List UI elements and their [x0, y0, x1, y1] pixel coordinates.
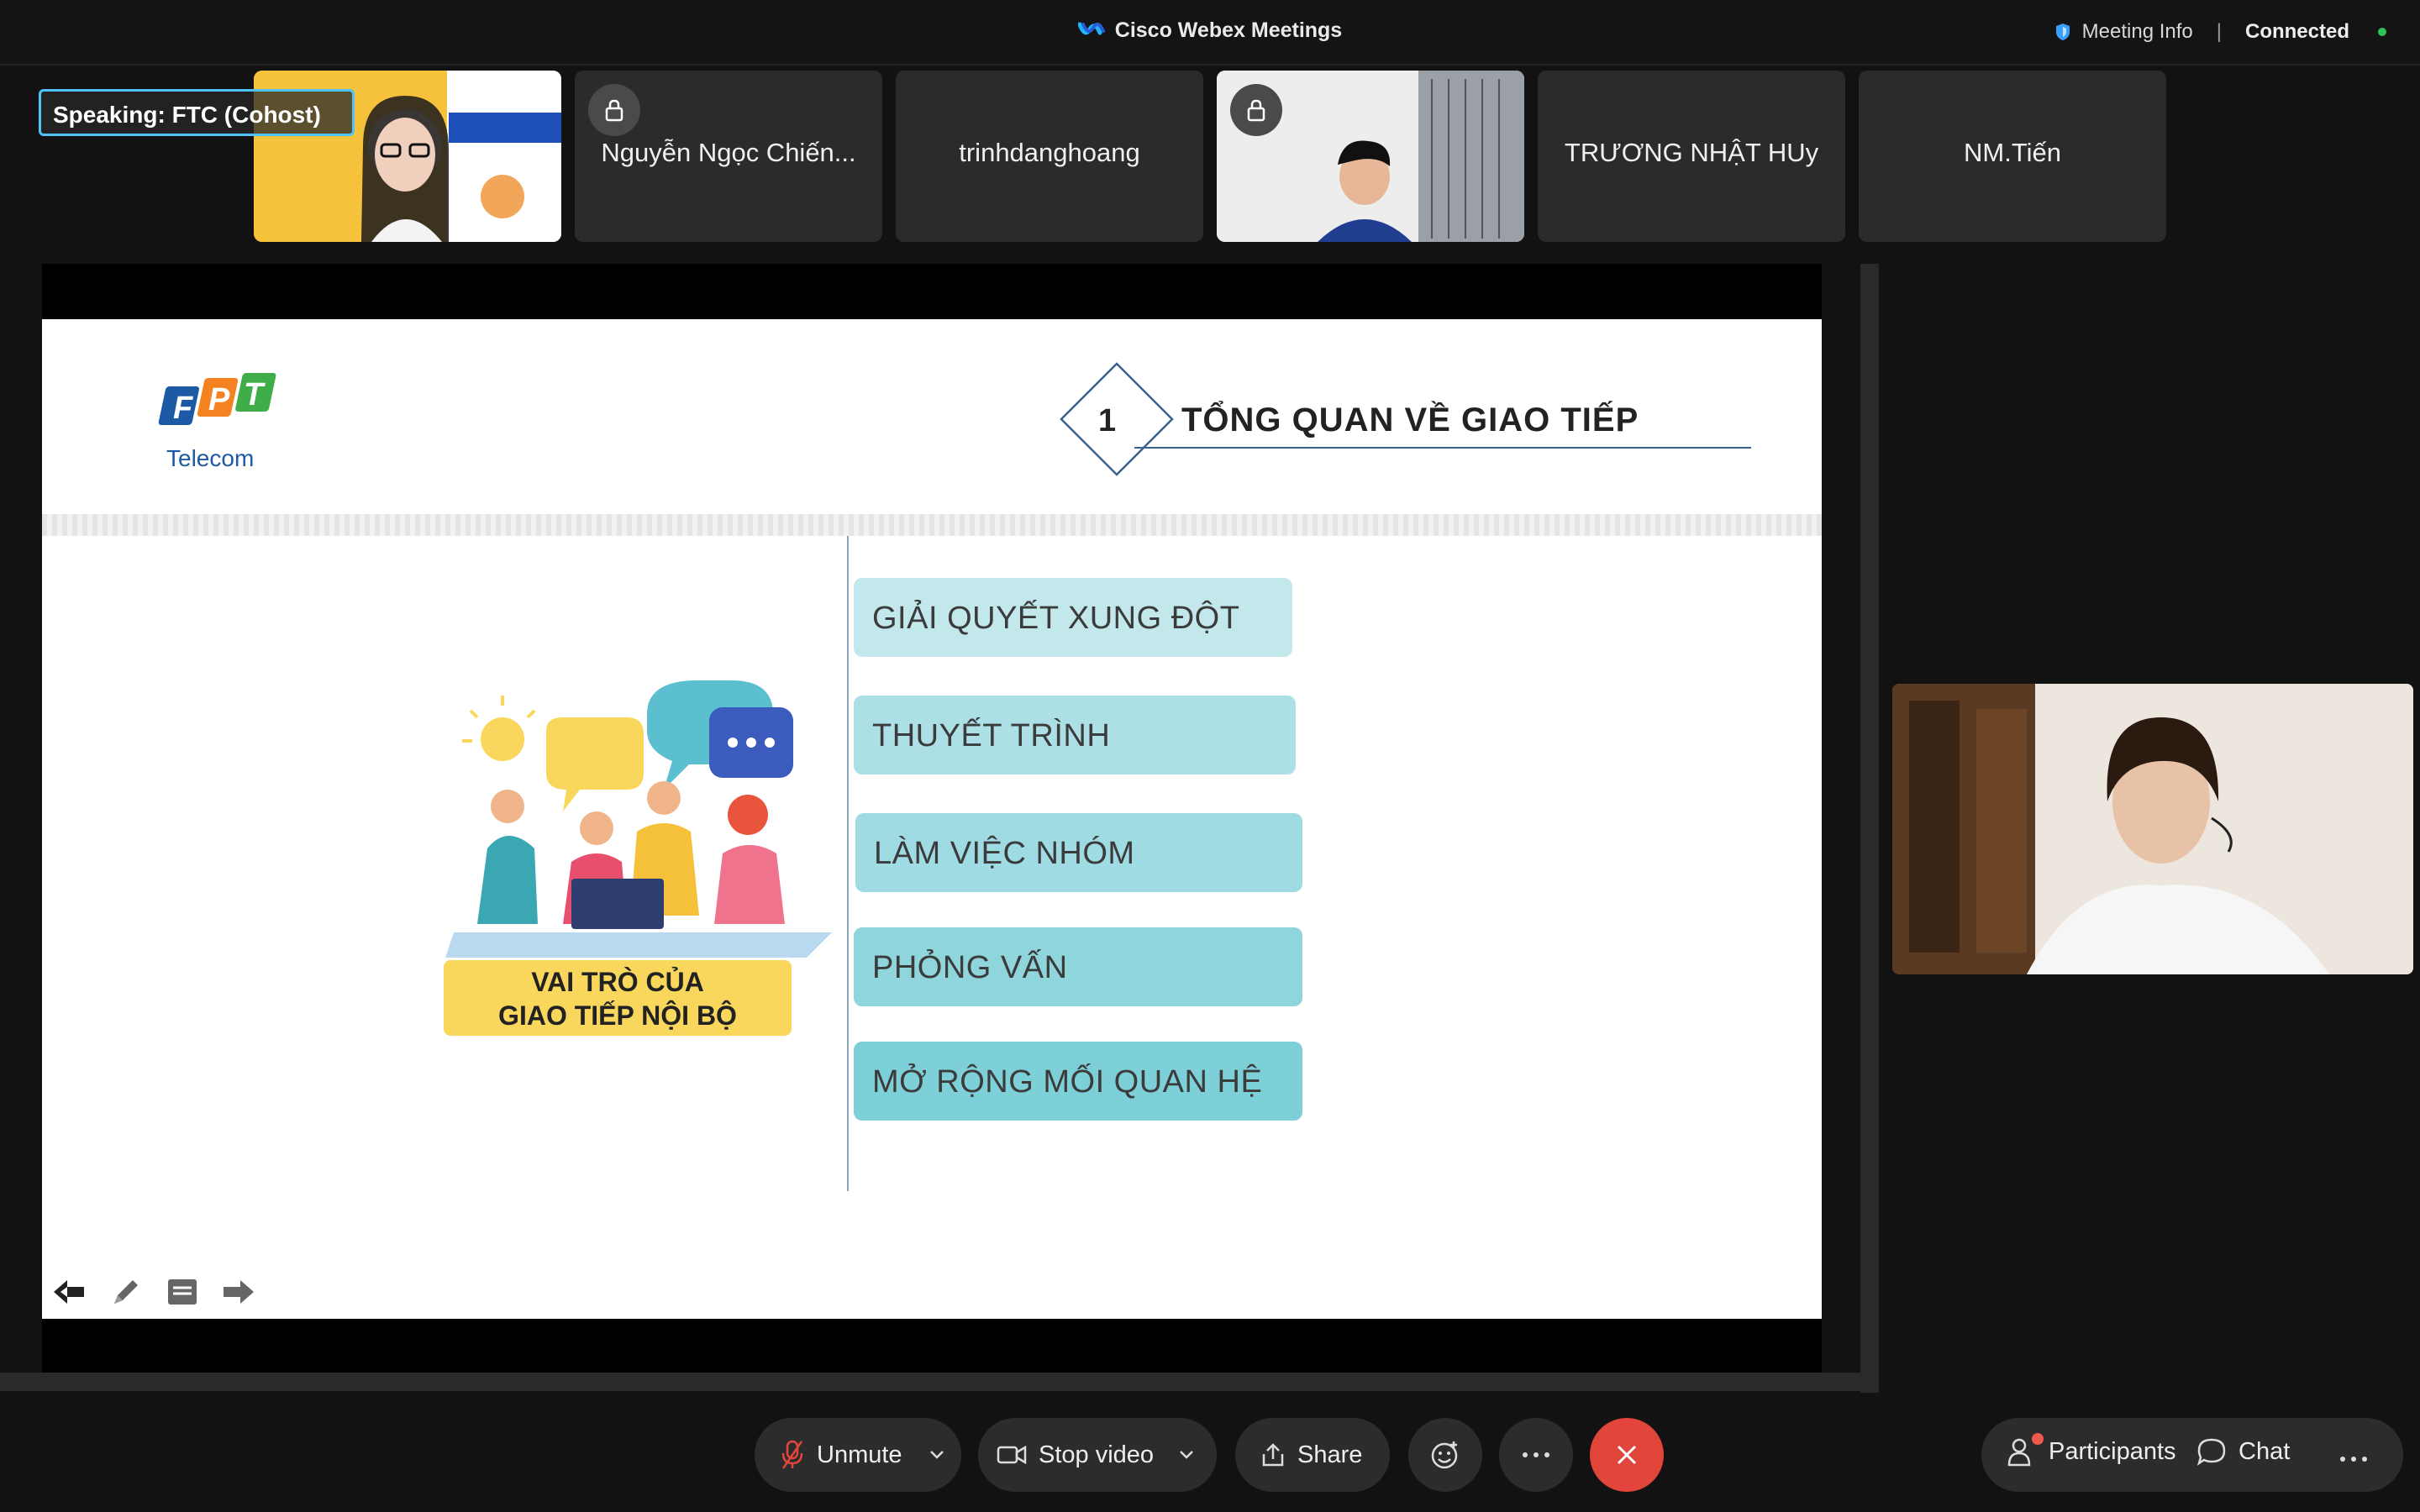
lock-icon — [588, 84, 640, 136]
emoji-reaction-icon — [1431, 1441, 1458, 1469]
participant-name: trinhdanghoang — [959, 138, 1140, 167]
notes-icon[interactable] — [166, 1278, 198, 1306]
participant-name: NM.Tiến — [1964, 138, 2061, 167]
slide-item: MỞ RỘNG MỐI QUAN HỆ — [854, 1042, 1302, 1121]
heading-underline — [1134, 447, 1751, 449]
participant-tile-6[interactable]: NM.Tiến — [1859, 71, 2166, 242]
section-title: TỔNG QUAN VỀ GIAO TIẾP — [1181, 402, 1639, 438]
divider-line — [847, 536, 849, 1191]
end-meeting-button[interactable] — [1590, 1418, 1664, 1492]
reactions-button[interactable] — [1408, 1418, 1482, 1492]
chevron-down-icon[interactable] — [1179, 1450, 1194, 1460]
meeting-info-link[interactable]: Meeting Info — [2082, 20, 2193, 44]
participants-label: Participants — [2049, 1437, 2176, 1465]
slide-item: LÀM VIỆC NHÓM — [855, 813, 1302, 892]
section-diamond-shape — [1060, 362, 1174, 476]
panel-controls: Participants Chat — [1981, 1418, 2403, 1492]
active-speaker-indicator: Speaking: FTC (Cohost) — [39, 89, 355, 136]
participant-tile-3[interactable]: trinhdanghoang — [896, 71, 1203, 242]
self-video-feed — [1892, 684, 2413, 974]
participant-tile-2[interactable]: Nguyễn Ngọc Chiến... — [575, 71, 882, 242]
shared-content-area[interactable]: F P T Telecom 1 TỔNG QUAN VỀ GIAO TIẾP V… — [42, 264, 1822, 1374]
share-button[interactable]: Share — [1235, 1418, 1390, 1492]
section-number: 1 — [1098, 403, 1117, 438]
chat-button[interactable]: Chat — [2196, 1436, 2290, 1467]
slide-toolbar — [52, 1275, 255, 1309]
more-options-button[interactable] — [1499, 1418, 1573, 1492]
connection-status: Connected — [2244, 20, 2349, 43]
notification-badge — [2032, 1433, 2044, 1445]
unmute-label: Unmute — [817, 1441, 902, 1468]
lock-icon — [1230, 84, 1282, 136]
previous-slide-icon[interactable] — [52, 1278, 86, 1306]
slide-item: PHỎNG VẤN — [854, 927, 1302, 1006]
chat-bubble-icon — [2196, 1438, 2226, 1466]
title-bar: Cisco Webex Meetings Meeting Info | Conn… — [0, 0, 2420, 66]
muted-mic-icon — [781, 1440, 803, 1469]
connection-status-dot — [2378, 28, 2386, 36]
share-icon — [1262, 1443, 1284, 1467]
panel-more-button[interactable] — [2339, 1452, 2368, 1467]
vertical-scrollbar[interactable] — [1860, 264, 1879, 1393]
share-label: Share — [1297, 1441, 1363, 1468]
participant-tile-5[interactable]: TRƯƠNG NHẬT HUy — [1538, 71, 1845, 242]
participant-name: Nguyễn Ngọc Chiến... — [601, 138, 856, 167]
fpt-logo-letter-p: P — [208, 382, 230, 417]
close-icon — [1617, 1445, 1637, 1465]
chat-label: Chat — [2238, 1437, 2291, 1465]
fpt-logo-letter-t: T — [244, 377, 266, 412]
webex-logo-icon — [1077, 22, 1105, 35]
decorative-band — [42, 514, 1822, 536]
stop-video-label: Stop video — [1039, 1441, 1155, 1468]
presentation-slide: F P T Telecom 1 TỔNG QUAN VỀ GIAO TIẾP V… — [42, 319, 1822, 1319]
unmute-button[interactable]: Unmute — [755, 1418, 961, 1492]
next-slide-icon[interactable] — [222, 1278, 255, 1306]
caption-line-2: GIAO TIẾP NỘI BỘ — [498, 1000, 737, 1031]
illustration-caption: VAI TRÒ CỦA GIAO TIẾP NỘI BỘ — [444, 960, 792, 1036]
logo-subtitle: Telecom — [166, 445, 255, 471]
team-communication-illustration — [445, 680, 832, 958]
slide-item: THUYẾT TRÌNH — [854, 696, 1296, 774]
horizontal-scrollbar[interactable] — [0, 1373, 1879, 1391]
participant-name: TRƯƠNG NHẬT HUy — [1564, 138, 1819, 167]
slide-item: GIẢI QUYẾT XUNG ĐỘT — [854, 578, 1292, 657]
chevron-down-icon[interactable] — [929, 1450, 944, 1460]
self-view-video[interactable] — [1892, 684, 2413, 974]
shield-icon — [2055, 24, 2070, 40]
app-title-text: Cisco Webex Meetings — [1114, 18, 1343, 42]
video-camera-icon — [997, 1445, 1027, 1465]
separator: | — [2216, 20, 2222, 43]
fpt-logo: F P T — [158, 373, 276, 426]
participant-tile-video-4[interactable] — [1217, 71, 1524, 242]
caption-line-1: VAI TRÒ CỦA — [531, 967, 704, 997]
fpt-logo-letter-f: F — [173, 391, 194, 426]
more-dots-icon — [1523, 1452, 1549, 1457]
pen-icon[interactable] — [109, 1275, 143, 1309]
more-dots-icon — [2340, 1457, 2367, 1462]
stop-video-button[interactable]: Stop video — [978, 1418, 1217, 1492]
